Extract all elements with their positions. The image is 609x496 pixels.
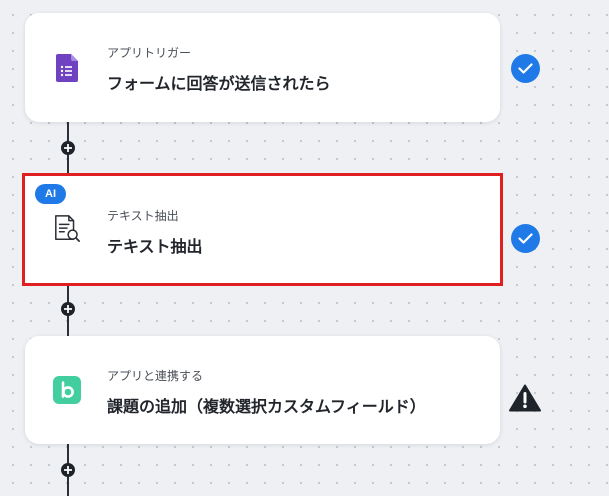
ai-badge: AI [35, 184, 66, 204]
step-status-completed [511, 224, 540, 253]
add-step-button[interactable] [61, 141, 75, 155]
step-subtitle: アプリトリガー [107, 46, 192, 60]
add-step-button[interactable] [61, 463, 75, 477]
step-title: 課題の追加（複数選択カスタムフィールド） [107, 397, 426, 416]
plus-icon [64, 466, 72, 474]
step-status-completed [511, 54, 540, 83]
google-forms-icon [53, 54, 81, 82]
step-subtitle: アプリと連携する [107, 369, 204, 383]
plus-icon [64, 305, 72, 313]
add-step-button[interactable] [61, 302, 75, 316]
step-card-trigger[interactable]: アプリトリガー フォームに回答が送信されたら [25, 13, 500, 122]
text-extract-document-icon [53, 215, 81, 243]
step-title: フォームに回答が送信されたら [107, 74, 331, 93]
backlog-icon [53, 376, 81, 404]
warning-triangle-icon [509, 384, 541, 412]
plus-icon [64, 144, 72, 152]
check-icon [518, 233, 533, 244]
step-subtitle: テキスト抽出 [107, 209, 179, 223]
step-card-text-extraction[interactable]: テキスト抽出 テキスト抽出 [22, 173, 503, 286]
check-icon [518, 63, 533, 74]
step-card-app-integration[interactable]: アプリと連携する 課題の追加（複数選択カスタムフィールド） [25, 336, 500, 444]
step-title: テキスト抽出 [107, 237, 203, 256]
